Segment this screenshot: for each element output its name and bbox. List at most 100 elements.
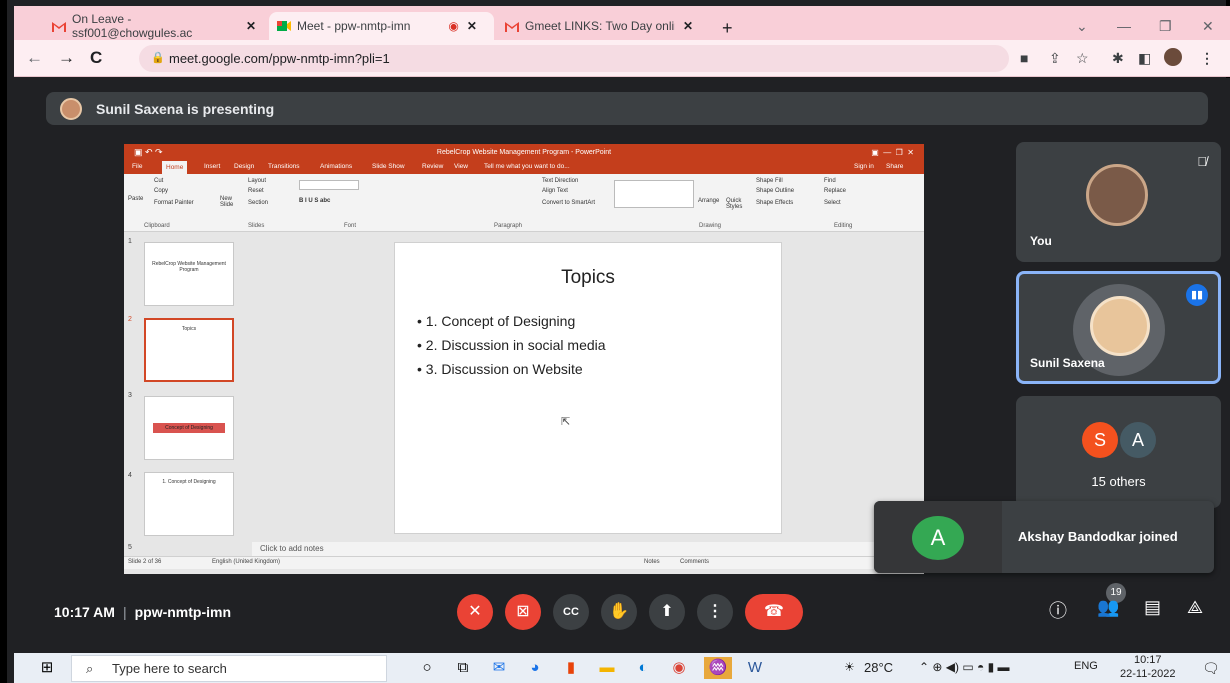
search-placeholder: Type here to search bbox=[112, 661, 227, 676]
slide-thumbnails: 1 RebelCrop Website Management Program 2… bbox=[124, 232, 244, 554]
forward-icon[interactable]: → bbox=[58, 48, 75, 68]
more-options-button[interactable]: ⋮ bbox=[697, 594, 733, 630]
join-notification: A Akshay Bandodkar joined bbox=[874, 501, 1214, 573]
ppt-tab-design: Design bbox=[234, 163, 255, 170]
search-icon: ⌕ bbox=[86, 661, 94, 676]
edge-icon[interactable]: ◐ bbox=[632, 657, 654, 679]
cortana-icon[interactable]: ○ bbox=[416, 657, 438, 679]
captions-icon: CC bbox=[563, 606, 579, 618]
windows-start-icon[interactable]: ⊞ bbox=[36, 657, 58, 679]
more-vert-icon: ⋮ bbox=[707, 603, 723, 620]
ppt-tab-file: File bbox=[132, 163, 143, 170]
slide-title: Topics bbox=[561, 267, 615, 288]
mic-off-icon: 🎙̸ bbox=[1197, 154, 1207, 169]
tab-gmeet-links[interactable]: Gmeet LINKS: Two Day online FD ✕ bbox=[497, 12, 717, 40]
meeting-details-icon[interactable]: ⓘ bbox=[1049, 597, 1067, 623]
tab-on-leave[interactable]: On Leave - ssf001@chowgules.ac ✕ bbox=[44, 12, 264, 40]
chrome-icon[interactable]: ◉ bbox=[668, 657, 690, 679]
present-button[interactable]: ⬆ bbox=[649, 594, 685, 630]
status-slide-count: Slide 2 of 36 bbox=[128, 559, 162, 565]
meeting-info-divider: | bbox=[122, 604, 127, 620]
raise-hand-button[interactable]: ✋ bbox=[601, 594, 637, 630]
mail-icon[interactable]: ✉ bbox=[488, 657, 510, 679]
language-indicator[interactable]: ENG bbox=[1074, 660, 1098, 672]
captions-button[interactable]: CC bbox=[553, 594, 589, 630]
screen-frame: On Leave - ssf001@chowgules.ac ✕ Meet - … bbox=[0, 0, 1230, 683]
app-audio-icon[interactable]: ♒ bbox=[704, 657, 732, 679]
office-icon[interactable]: ▮ bbox=[560, 657, 582, 679]
camera-off-icon: ⊠ bbox=[516, 603, 530, 620]
ribbon-shape-effects: Shape Effects bbox=[756, 200, 794, 206]
minimize-icon[interactable]: — bbox=[1117, 18, 1131, 34]
menu-icon[interactable]: ⋮ bbox=[1200, 50, 1214, 67]
close-tab-icon[interactable]: ✕ bbox=[246, 19, 256, 33]
file-explorer-icon[interactable]: ▬ bbox=[596, 657, 618, 679]
meeting-code[interactable]: ppw-nmtp-imn bbox=[135, 604, 231, 620]
notification-message: Akshay Bandodkar joined bbox=[1018, 529, 1178, 544]
tab-search-icon[interactable]: ⌄ bbox=[1076, 18, 1088, 35]
taskbar-search[interactable]: ⌕ Type here to search bbox=[71, 655, 387, 682]
people-icon[interactable]: 👥 bbox=[1097, 597, 1119, 618]
url-bar[interactable]: 🔒 meet.google.com/ppw-nmtp-imn?pli=1 bbox=[139, 45, 1009, 72]
hang-up-icon: ☎ bbox=[764, 603, 784, 620]
current-slide: Topics 1. Concept of Designing 2. Discus… bbox=[394, 242, 782, 534]
others-avatar: S bbox=[1082, 422, 1118, 458]
reload-icon[interactable]: C bbox=[90, 48, 102, 68]
clock-time[interactable]: 10:17 bbox=[1134, 654, 1162, 666]
tray-icons[interactable]: ⌃ ⊕ ◀) ▭ ◓ ▮ ▬ bbox=[919, 660, 1010, 674]
weather-icon[interactable]: ☀ bbox=[844, 660, 855, 674]
status-comments: Comments bbox=[680, 559, 710, 565]
close-window-icon[interactable]: ✕ bbox=[1202, 18, 1214, 35]
url-text: meet.google.com/ppw-nmtp-imn?pli=1 bbox=[169, 51, 390, 66]
chat-icon[interactable]: ▤ bbox=[1144, 597, 1161, 618]
camera-toggle-button[interactable]: ⊠ bbox=[505, 594, 541, 630]
meeting-info: 10:17 AM | ppw-nmtp-imn bbox=[54, 604, 231, 620]
presenter-avatar bbox=[60, 97, 82, 120]
share-icon[interactable]: ⇪ bbox=[1049, 50, 1061, 67]
word-icon[interactable]: W bbox=[744, 657, 766, 679]
thumb-text: Topics bbox=[181, 326, 197, 332]
save-icon: ▣ ↶ ↷ bbox=[134, 147, 163, 157]
thumb-number: 1 bbox=[128, 238, 132, 245]
ribbon-group-label: Font bbox=[344, 223, 357, 229]
ribbon-arrange: Arrange bbox=[698, 198, 720, 204]
restore-icon[interactable]: ❐ bbox=[1159, 18, 1172, 35]
profile-avatar[interactable] bbox=[1164, 48, 1182, 66]
close-tab-icon[interactable]: ✕ bbox=[683, 19, 693, 33]
messenger-icon[interactable]: ◕ bbox=[524, 657, 546, 679]
close-tab-icon[interactable]: ✕ bbox=[467, 19, 477, 33]
slide-thumbnail: Concept of Designing bbox=[144, 396, 234, 460]
presenting-banner: Sunil Saxena is presenting bbox=[46, 92, 1208, 125]
present-icon: ⬆ bbox=[660, 603, 674, 620]
leave-call-button[interactable]: ☎ bbox=[745, 594, 803, 630]
meet-stage: Sunil Saxena is presenting RebelCrop Web… bbox=[14, 78, 1230, 653]
ppt-tab-home: Home bbox=[162, 161, 188, 174]
tile-you: 🎙̸ You bbox=[1016, 142, 1221, 262]
thumb-number: 3 bbox=[128, 392, 132, 399]
ppt-tell-me: Tell me what you want to do... bbox=[484, 163, 570, 170]
camera-icon[interactable]: ■ bbox=[1020, 50, 1028, 66]
ppt-tab-slideshow: Slide Show bbox=[372, 163, 405, 170]
extensions-icon[interactable]: ✱ bbox=[1112, 50, 1124, 67]
tab-meet[interactable]: Meet - ppw-nmtp-imn ◉ ✕ bbox=[269, 12, 494, 40]
ribbon-new-slide: New Slide bbox=[220, 196, 234, 208]
activities-icon[interactable]: ⟁ bbox=[1187, 597, 1203, 618]
back-icon[interactable]: ← bbox=[26, 48, 43, 68]
mic-toggle-button[interactable]: ✕ bbox=[457, 594, 493, 630]
ribbon-reset: Reset bbox=[248, 188, 264, 194]
bookmark-star-icon[interactable]: ☆ bbox=[1076, 50, 1089, 67]
ribbon-section: Section bbox=[248, 200, 269, 206]
task-view-icon[interactable]: ⧉ bbox=[452, 657, 474, 679]
notifications-icon[interactable]: 🗨 bbox=[1202, 660, 1220, 677]
new-tab-button[interactable]: + bbox=[722, 18, 733, 39]
ribbon-quick-styles: Quick Styles bbox=[726, 198, 743, 210]
ribbon-find: Find bbox=[824, 178, 836, 184]
ribbon-cut: Cut bbox=[154, 178, 164, 184]
ppt-title-bar: RebelCrop Website Management Program - P… bbox=[124, 144, 924, 161]
ppt-ribbon-tabs: File Home Insert Design Transitions Anim… bbox=[124, 161, 924, 174]
temperature-text[interactable]: 28°C bbox=[864, 660, 893, 675]
meet-icon bbox=[277, 21, 291, 31]
side-panel-icon[interactable]: ◧ bbox=[1138, 50, 1151, 67]
clock-date[interactable]: 22-11-2022 bbox=[1120, 668, 1175, 680]
mic-off-icon: ✕ bbox=[468, 603, 482, 620]
